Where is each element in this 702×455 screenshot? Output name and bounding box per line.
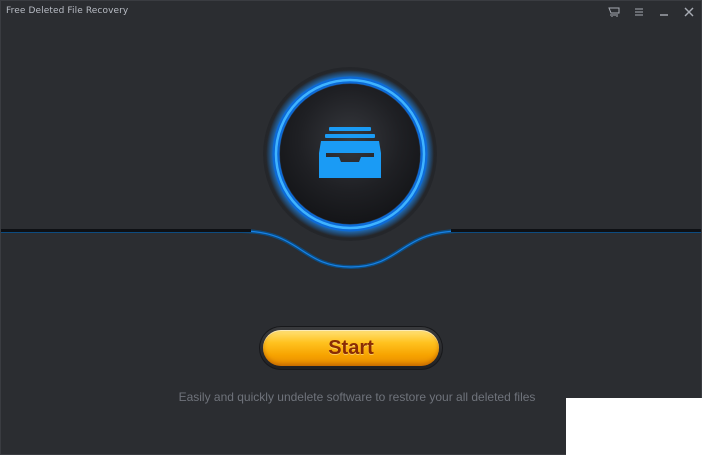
start-button[interactable]: Start (259, 326, 443, 370)
cart-icon[interactable] (607, 5, 621, 19)
watermark-patch (566, 398, 702, 455)
minimize-icon[interactable] (657, 5, 671, 19)
menu-icon[interactable] (632, 5, 646, 19)
title-bar[interactable]: Free Deleted File Recovery (1, 1, 701, 25)
hero-icon-ring (263, 67, 437, 241)
app-window: Free Deleted File Recovery Start Easily … (0, 0, 702, 455)
close-icon[interactable] (682, 5, 696, 19)
start-button-label: Start (328, 337, 374, 359)
start-button-face: Start (263, 330, 439, 366)
inbox-tray-icon (319, 127, 381, 178)
window-title: Free Deleted File Recovery (6, 6, 129, 16)
